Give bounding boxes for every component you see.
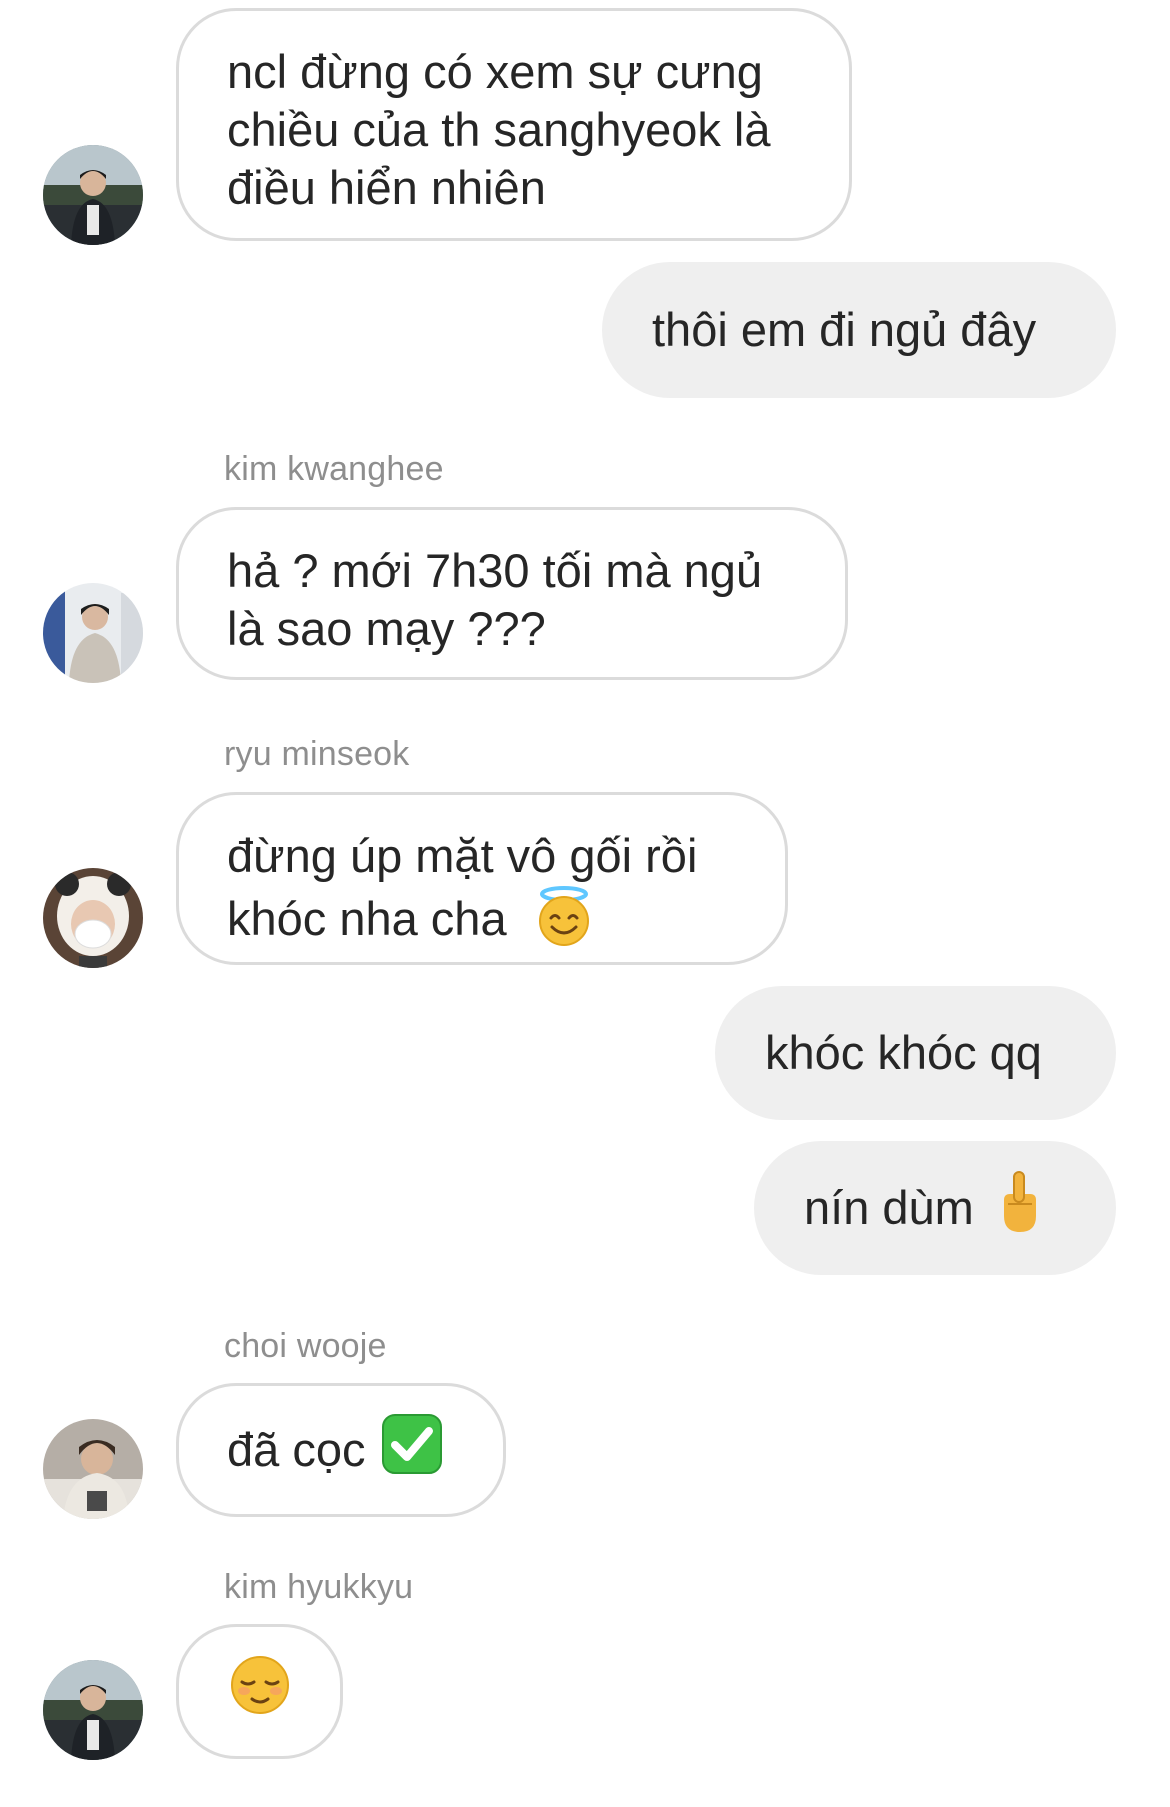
message-bubble[interactable]: đã cọc — [176, 1383, 506, 1517]
message-bubble[interactable]: hả ? mới 7h30 tối mà ngủ là sao mạy ??? — [176, 507, 848, 680]
avatar[interactable] — [43, 583, 143, 683]
message-text: đừng úp mặt vô gối rồi khóc nha cha — [227, 829, 698, 945]
sender-name: kim kwanghee — [224, 450, 444, 488]
avatar[interactable] — [43, 868, 143, 968]
avatar[interactable] — [43, 1660, 143, 1760]
smiling-face-with-halo-icon — [534, 885, 594, 960]
message-bubble[interactable]: thôi em đi ngủ đây — [602, 262, 1116, 398]
message-bubble[interactable]: ncl đừng có xem sự cưng chiều của th san… — [176, 8, 852, 241]
message-text: nín dùm — [804, 1181, 974, 1234]
check-mark-button-icon — [381, 1413, 443, 1488]
message-text: thôi em đi ngủ đây — [652, 303, 1037, 356]
avatar[interactable] — [43, 1419, 143, 1519]
message-text: khóc khóc qq — [765, 1026, 1042, 1079]
sender-name: kim hyukkyu — [224, 1568, 414, 1606]
sender-name: ryu minseok — [224, 735, 410, 773]
chat-thread[interactable]: ncl đừng có xem sự cưng chiều của th san… — [0, 0, 1170, 1807]
sender-name: choi wooje — [224, 1327, 387, 1365]
message-text: đã cọc — [227, 1423, 366, 1476]
message-text: hả ? mới 7h30 tối mà ngủ là sao mạy ??? — [227, 544, 763, 655]
middle-finger-icon — [998, 1170, 1042, 1247]
message-bubble[interactable] — [176, 1624, 343, 1759]
message-bubble[interactable]: khóc khóc qq — [715, 986, 1116, 1120]
message-text: ncl đừng có xem sự cưng chiều của th san… — [227, 45, 771, 214]
message-bubble[interactable]: nín dùm — [754, 1141, 1116, 1275]
avatar[interactable] — [43, 145, 143, 245]
message-bubble[interactable]: đừng úp mặt vô gối rồi khóc nha cha — [176, 792, 788, 965]
relieved-face-icon — [230, 1655, 290, 1728]
